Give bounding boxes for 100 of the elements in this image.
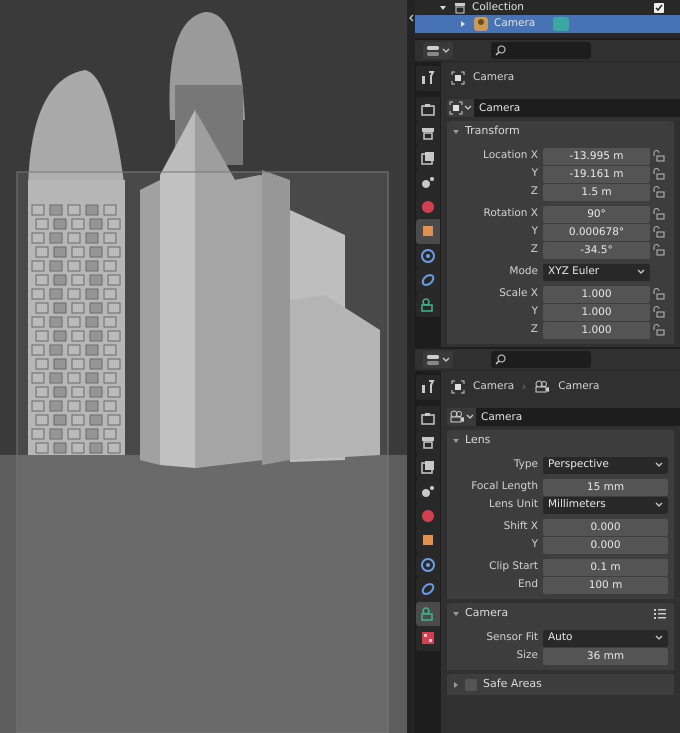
panel-header[interactable]: Safe Areas [447,674,674,695]
property-label: Clip Start [488,559,539,574]
properties-tab[interactable] [416,602,440,626]
dropdown[interactable]: XYZ Euler [543,264,650,280]
panel-title: Lens [465,432,492,448]
search-field[interactable] [491,42,591,59]
properties-editor-icon [426,354,440,366]
property-label: Size [515,648,539,664]
panel-title: Transform [465,123,521,140]
unlocked-icon[interactable] [653,208,665,220]
number-field[interactable]: -13.995 m [543,148,650,164]
properties-tab[interactable] [416,66,440,90]
number-field[interactable]: 1.000 [543,322,650,338]
collapse-triangle-icon[interactable] [440,4,446,10]
number-field[interactable]: 1.5 m [543,184,650,200]
breadcrumb-label: Camera [473,70,514,86]
datablock-name-field[interactable]: Camera [474,99,680,117]
number-field[interactable]: -19.161 m [543,166,650,182]
chevron-down-icon [442,356,450,362]
number-field[interactable]: 0.000678° [543,224,650,240]
property-label: Rotation X [482,206,539,222]
number-field[interactable]: 0.000 [543,536,668,554]
unlocked-icon[interactable] [653,324,665,336]
camera-icon [534,380,550,394]
chevron-down-icon [466,414,474,420]
unlocked-icon[interactable] [653,186,665,198]
panel-title: Safe Areas [483,676,543,692]
breadcrumb-label: Camera [473,379,514,394]
unlocked-icon[interactable] [653,226,665,238]
number-field[interactable]: 1.000 [543,304,650,320]
properties-editor-icon [426,44,440,56]
camera-icon [449,410,465,424]
property-label: Sensor Fit [485,630,539,646]
unlocked-icon[interactable] [653,288,665,300]
properties-tab[interactable] [416,406,440,430]
number-field[interactable]: -34.5° [543,242,650,258]
unlocked-icon[interactable] [653,306,665,318]
output-icon [420,125,436,142]
property-label: Scale X [498,286,539,302]
property-label: Z [530,322,539,338]
number-field[interactable]: 100 m [543,576,668,594]
panel-header[interactable]: Lens [447,430,674,451]
search-icon [495,354,506,365]
property-label: Z [530,242,539,258]
checkbox[interactable] [654,2,664,12]
chevron-left-icon[interactable] [408,14,414,22]
datablock-name-field[interactable]: Camera [476,408,680,426]
number-field[interactable]: 0.1 m [543,558,668,576]
properties-tab[interactable] [416,375,440,400]
collection-box-icon [454,2,466,14]
properties-tab[interactable] [416,292,440,317]
property-label: Y [530,304,539,320]
outliner-label: Collection [472,0,524,15]
view-layer-icon [420,150,436,166]
number-field[interactable]: 0.000 [543,518,668,536]
properties-tab[interactable] [416,577,440,602]
datablock-type-button[interactable] [447,408,476,426]
chevron-down-icon [442,48,450,54]
editor-type-button[interactable] [423,42,453,59]
properties-tab[interactable] [416,626,440,650]
property-label: Y [530,166,539,182]
property-label: Focal Length [470,479,539,494]
dropdown[interactable]: Millimeters [543,496,668,514]
property-label: Y [530,537,539,552]
property-label: Mode [508,264,539,280]
unlocked-icon[interactable] [653,168,665,180]
breadcrumb-label: Camera [558,379,600,394]
number-field[interactable]: 36 mm [543,648,668,664]
editor-type-button[interactable] [423,351,453,368]
chevron-down-icon [655,635,663,641]
chevron-down-icon [637,269,645,275]
unlocked-icon[interactable] [653,150,665,162]
number-field[interactable]: 1.000 [543,286,650,302]
object-square-icon [451,380,465,394]
panel-header[interactable]: Transform [447,121,674,142]
panel-header[interactable]: Camera [447,603,674,624]
search-icon [495,45,506,56]
dropdown[interactable]: Auto [543,630,668,646]
check-icon [655,4,663,12]
properties-tab[interactable] [416,244,440,268]
unlocked-icon[interactable] [653,244,665,256]
dropdown[interactable]: Perspective [543,456,668,474]
outliner-row[interactable]: Collection [415,0,680,15]
outliner-row[interactable]: Camera [415,15,680,33]
number-field[interactable]: 90° [543,206,650,222]
property-label: Type [512,457,539,472]
panel-title: Camera [465,605,510,622]
property-label: End [517,577,539,592]
property-label: Z [530,184,539,200]
property-label: Shift X [502,519,539,534]
list-icon[interactable] [654,608,666,620]
expand-triangle-icon[interactable] [460,21,466,27]
object-square-icon [451,71,465,85]
chevron-down-icon [655,462,663,468]
datablock-type-button[interactable] [447,99,474,117]
property-label: Location X [482,148,539,164]
view-layer-icon [420,458,436,475]
properties-tab[interactable] [416,96,440,121]
number-field[interactable]: 15 mm [543,478,668,496]
search-field[interactable] [491,351,591,368]
